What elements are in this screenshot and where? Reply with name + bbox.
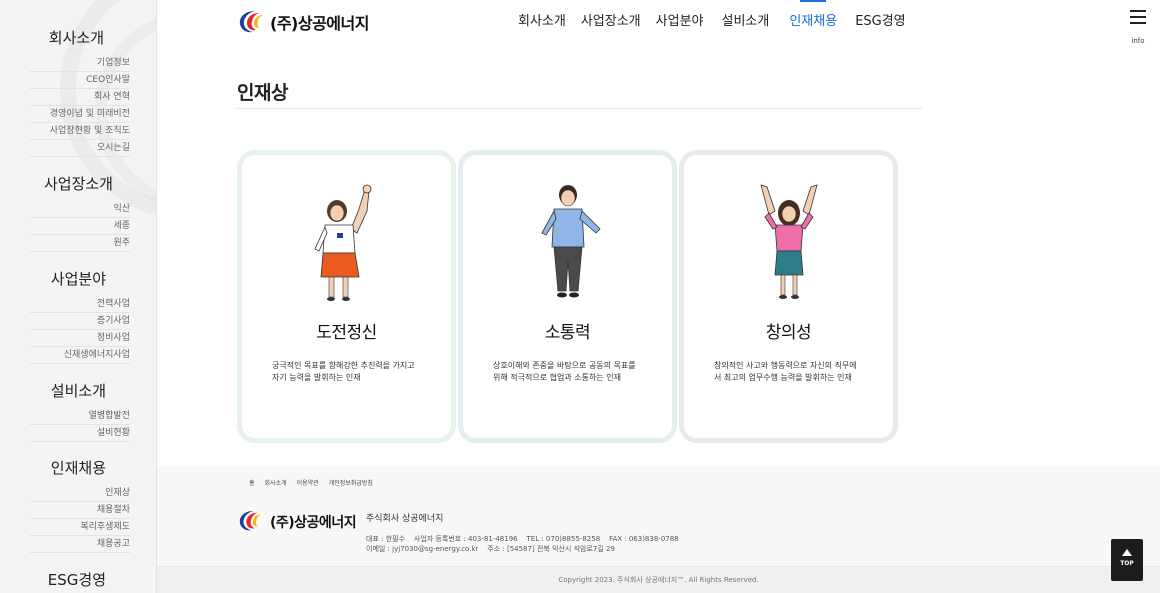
logo[interactable]: (주)상공에너지 [237, 9, 369, 35]
sidebar-group-company: 회사소개 기업정보 CEO인사말 회사 연혁 경영이념 및 미래비전 사업장현황… [0, 28, 156, 157]
card-desc-line: 자기 능력을 발휘하는 인재 [272, 373, 361, 382]
sidebar-group-business: 사업분야 전력사업 증기사업 정비사업 신재생에너지사업 [0, 269, 156, 364]
footer-logo: (주)상공에너지 [237, 509, 357, 535]
logo-icon [237, 9, 267, 35]
card-title: 소통력 [544, 323, 591, 343]
value-card-communication: 소통력 상호이해와 존중을 바탕으로 공동의 목표를 위해 적극적으로 협업과 … [458, 150, 677, 443]
sidebar-item[interactable]: 신재생에너지사업 [30, 347, 130, 364]
footer-links: 홈 회사소개 이용약관 개인정보취급방침 [249, 478, 383, 487]
sidebar-item[interactable]: 전력사업 [30, 296, 130, 313]
sidebar-item[interactable]: 원주 [30, 235, 130, 252]
card-desc-line: 상호이해와 존중을 바탕으로 공동의 목표를 [493, 361, 636, 370]
sidebar-item[interactable]: 기업정보 [30, 55, 130, 72]
sidebar-item[interactable]: 오시는길 [30, 140, 130, 157]
footer-link-terms[interactable]: 이용약관 [297, 478, 319, 487]
main-nav: 회사소개 사업장소개 사업분야 설비소개 인재채용 ESG경영 [518, 0, 921, 31]
man-pointing-illustration [540, 185, 601, 298]
sidebar-item[interactable]: 설비현황 [30, 425, 130, 442]
sidebar-title-facilities[interactable]: 설비소개 [0, 381, 130, 401]
nav-recruit[interactable]: 인재채용 [789, 0, 837, 31]
footer-link-company[interactable]: 회사소개 [265, 478, 287, 487]
nav-esg[interactable]: ESG경영 [855, 13, 905, 31]
scroll-top-button[interactable]: TOP [1111, 539, 1143, 581]
card-description: 상호이해와 존중을 바탕으로 공동의 목표를 위해 적극적으로 협업과 소통하는… [493, 360, 648, 384]
card-title: 창의성 [765, 323, 812, 343]
card-description: 창의적인 사고와 행동력으로 자신의 직무에 서 최고의 업무수행 능력을 발휘… [714, 360, 869, 384]
sidebar-title-esg[interactable]: ESG경영 [0, 570, 130, 590]
sidebar-item[interactable]: 증기사업 [30, 313, 130, 330]
sidebar-item[interactable]: 경영이념 및 미래비전 [30, 106, 130, 123]
woman-hands-up-illustration [759, 184, 818, 299]
footer-info-line: 대표 : 한필수 사업자 등록번호 : 403-81-48196 TEL : 0… [366, 535, 679, 543]
sidebar-item[interactable]: 복리후생제도 [30, 519, 130, 536]
page-title: 인재상 [237, 82, 288, 104]
nav-business[interactable]: 사업분야 [656, 13, 704, 31]
title-divider [237, 108, 922, 109]
sidebar-title-business[interactable]: 사업분야 [0, 269, 130, 289]
nav-sites[interactable]: 사업장소개 [581, 13, 641, 31]
logo-icon [237, 509, 267, 535]
footer-info: 대표 : 한필수 사업자 등록번호 : 403-81-48196 TEL : 0… [366, 534, 679, 554]
footer-link-home[interactable]: 홈 [249, 478, 255, 487]
footer-info-line: 이메일 : jyj7030@sg-energy.co.kr 주소 : [5458… [366, 545, 615, 553]
sidebar-item[interactable]: 채용절차 [30, 502, 130, 519]
arrow-up-icon [1122, 549, 1132, 556]
sidebar-group-facilities: 설비소개 열병합발전 설비현황 [0, 381, 156, 442]
sidebar-item[interactable]: 익산 [30, 201, 130, 218]
sidebar-item[interactable]: 열병합발전 [30, 408, 130, 425]
sidebar-item[interactable]: CEO인사말 [30, 72, 130, 89]
woman-raising-fist-illustration [313, 184, 371, 301]
sidebar-item[interactable]: 정비사업 [30, 330, 130, 347]
sidebar-title-recruit[interactable]: 인재채용 [0, 458, 130, 478]
sidebar-group-sites: 사업장소개 익산 세종 원주 [0, 174, 156, 252]
copyright-bar: Copyright 2023. 주식회사 상공에너지™. All Rights … [157, 566, 1160, 593]
sidebar-item[interactable]: 인재상 [30, 485, 130, 502]
sidebar-title-company[interactable]: 회사소개 [0, 28, 130, 48]
sidebar-item[interactable]: 채용공고 [30, 536, 130, 553]
footer-link-privacy[interactable]: 개인정보취급방침 [329, 478, 373, 487]
sidebar: 회사소개 기업정보 CEO인사말 회사 연혁 경영이념 및 미래비전 사업장현황… [0, 0, 157, 593]
copyright-text: Copyright 2023. 주식회사 상공에너지™. All Rights … [558, 576, 759, 584]
card-title: 도전정신 [316, 323, 377, 343]
card-desc-line: 궁극적인 목표를 향해강한 추진력을 가지고 [272, 361, 415, 370]
menu-label: info [1131, 37, 1145, 45]
sidebar-group-recruit: 인재채용 인재상 채용절차 복리후생제도 채용공고 [0, 458, 156, 553]
value-card-creativity: 창의성 창의적인 사고와 행동력으로 자신의 직무에 서 최고의 업무수행 능력… [679, 150, 898, 443]
sidebar-title-sites[interactable]: 사업장소개 [0, 174, 130, 194]
sidebar-item[interactable]: 세종 [30, 218, 130, 235]
nav-company[interactable]: 회사소개 [518, 13, 566, 31]
sidebar-group-esg: ESG경영 [0, 570, 156, 593]
card-desc-line: 위해 적극적으로 협업과 소통하는 인재 [493, 373, 621, 382]
menu-button[interactable]: info [1129, 10, 1147, 47]
sidebar-item[interactable]: 사업장현황 및 조직도 [30, 123, 130, 140]
card-description: 궁극적인 목표를 향해강한 추진력을 가지고 자기 능력을 발휘하는 인재 [272, 360, 427, 384]
sidebar-item[interactable]: 회사 연혁 [30, 89, 130, 106]
logo-text: (주)상공에너지 [270, 14, 369, 33]
card-desc-line: 창의적인 사고와 행동력으로 자신의 직무에 [714, 361, 857, 370]
card-desc-line: 서 최고의 업무수행 능력을 발휘하는 인재 [714, 373, 852, 382]
footer-company-name: 주식회사 상공에너지 [366, 514, 444, 524]
footer-logo-text: (주)상공에너지 [270, 515, 357, 531]
top-label: TOP [1120, 560, 1134, 567]
nav-facilities[interactable]: 설비소개 [722, 13, 770, 31]
value-card-challenge: 도전정신 궁극적인 목표를 향해강한 추진력을 가지고 자기 능력을 발휘하는 … [237, 150, 456, 443]
hamburger-icon [1129, 10, 1147, 24]
